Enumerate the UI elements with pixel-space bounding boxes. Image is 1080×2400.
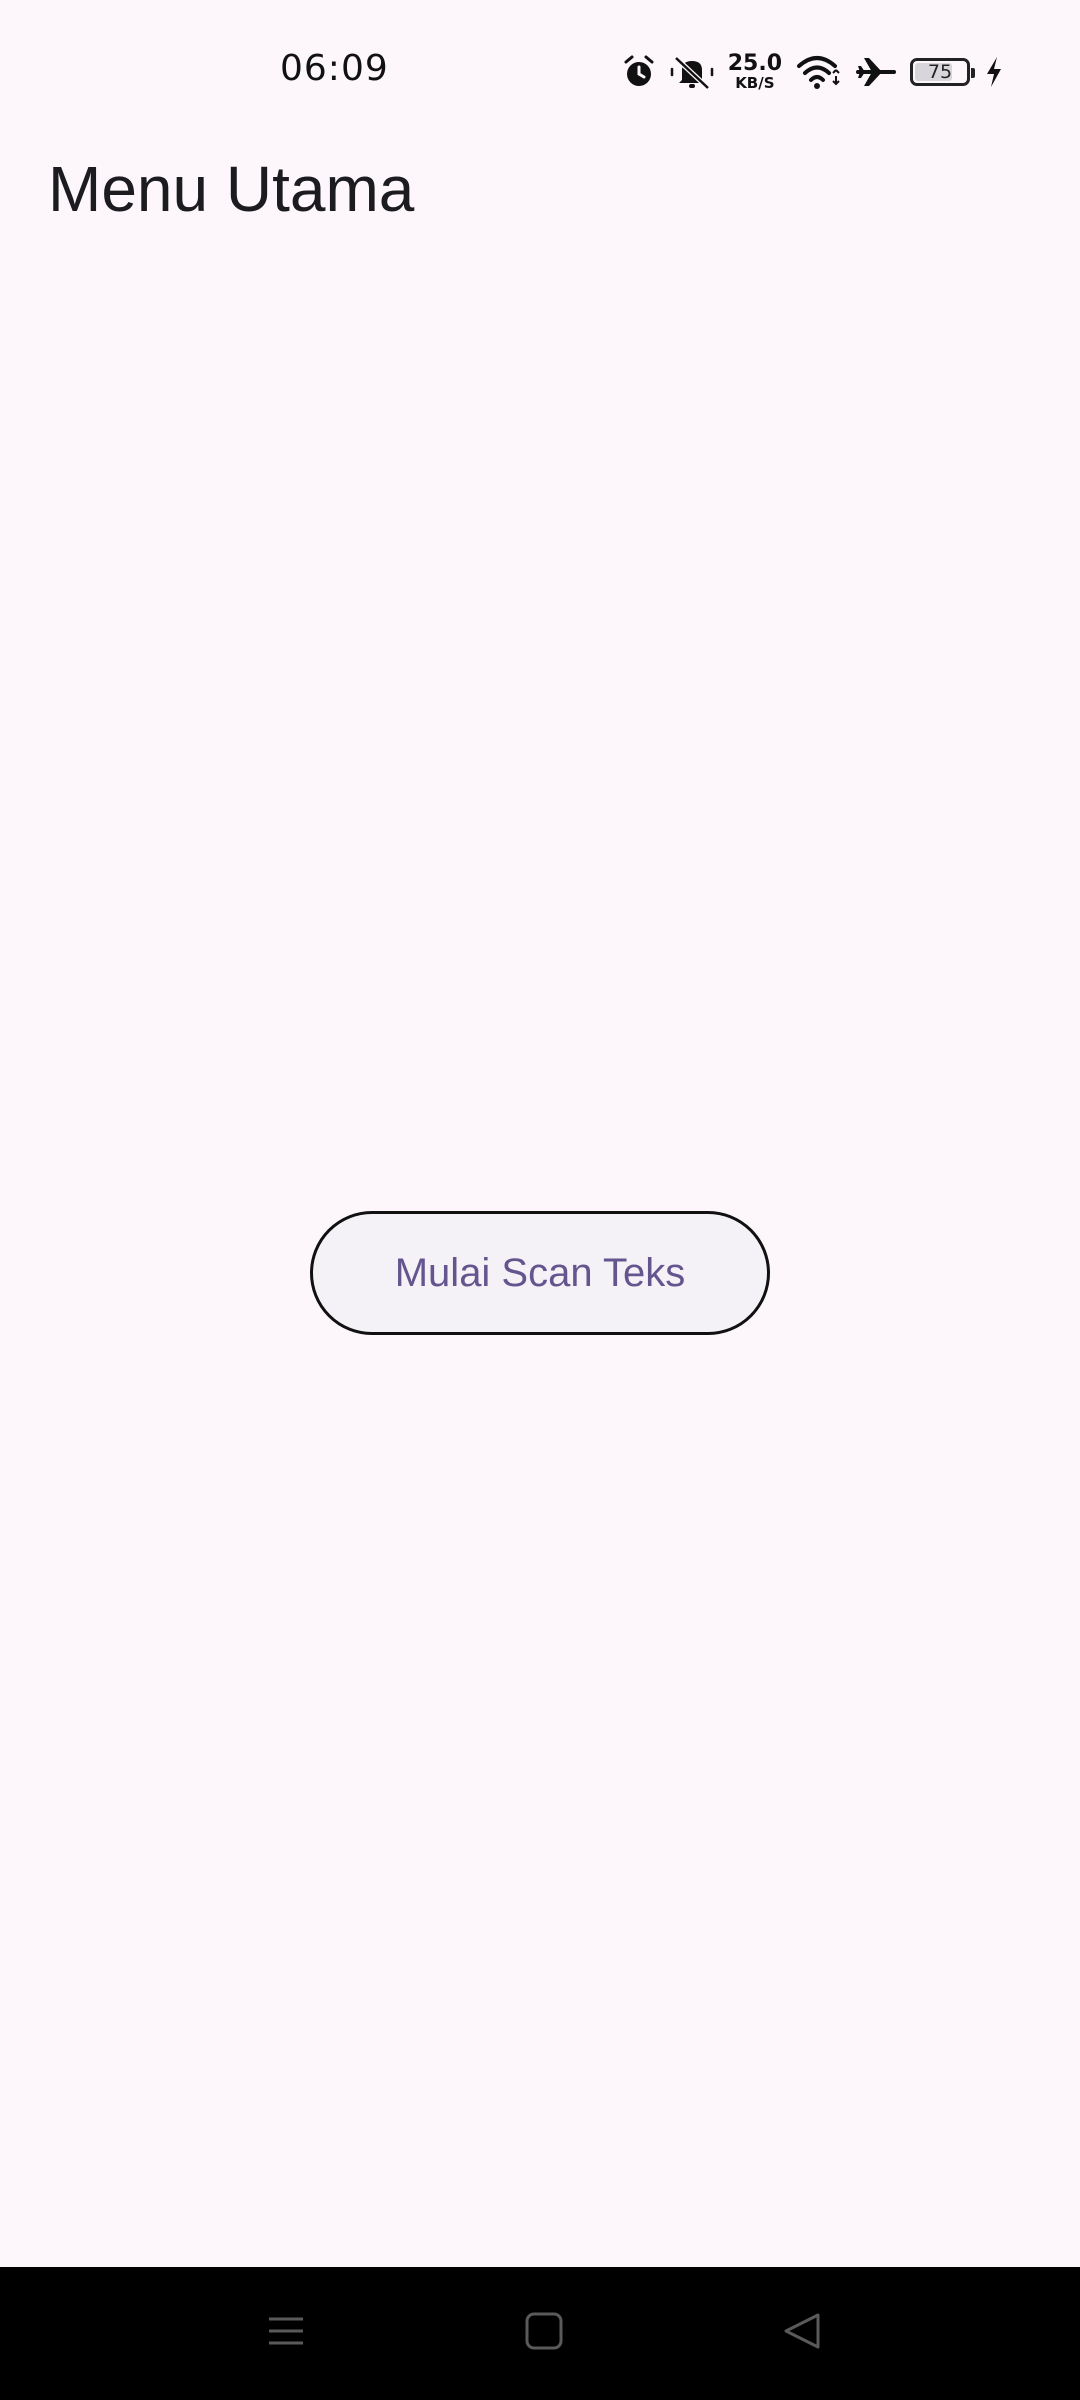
- status-icons: 25.0 KB/S 75: [622, 46, 1004, 98]
- navigation-bar: [0, 2267, 1080, 2400]
- mute-icon: [670, 55, 714, 89]
- back-icon: [782, 2311, 822, 2356]
- home-button[interactable]: [484, 2267, 604, 2400]
- recent-apps-button[interactable]: [226, 2267, 346, 2400]
- wifi-icon: [796, 54, 842, 90]
- charging-icon: [984, 55, 1004, 89]
- status-time: 06:09: [280, 48, 389, 89]
- alarm-icon: [622, 55, 656, 89]
- network-speed: 25.0 KB/S: [728, 53, 782, 91]
- menu-icon: [266, 2311, 306, 2356]
- back-button[interactable]: [742, 2267, 862, 2400]
- network-speed-unit: KB/S: [735, 74, 775, 92]
- status-bar: 06:09 25.0 KB/S 75: [0, 0, 1080, 140]
- start-scan-button[interactable]: Mulai Scan Teks: [310, 1211, 770, 1335]
- airplane-mode-icon: [856, 55, 896, 89]
- home-icon: [524, 2311, 564, 2356]
- page-title: Menu Utama: [48, 153, 415, 225]
- battery-icon: 75: [910, 58, 975, 86]
- network-speed-value: 25.0: [727, 51, 782, 76]
- battery-level: 75: [927, 61, 953, 83]
